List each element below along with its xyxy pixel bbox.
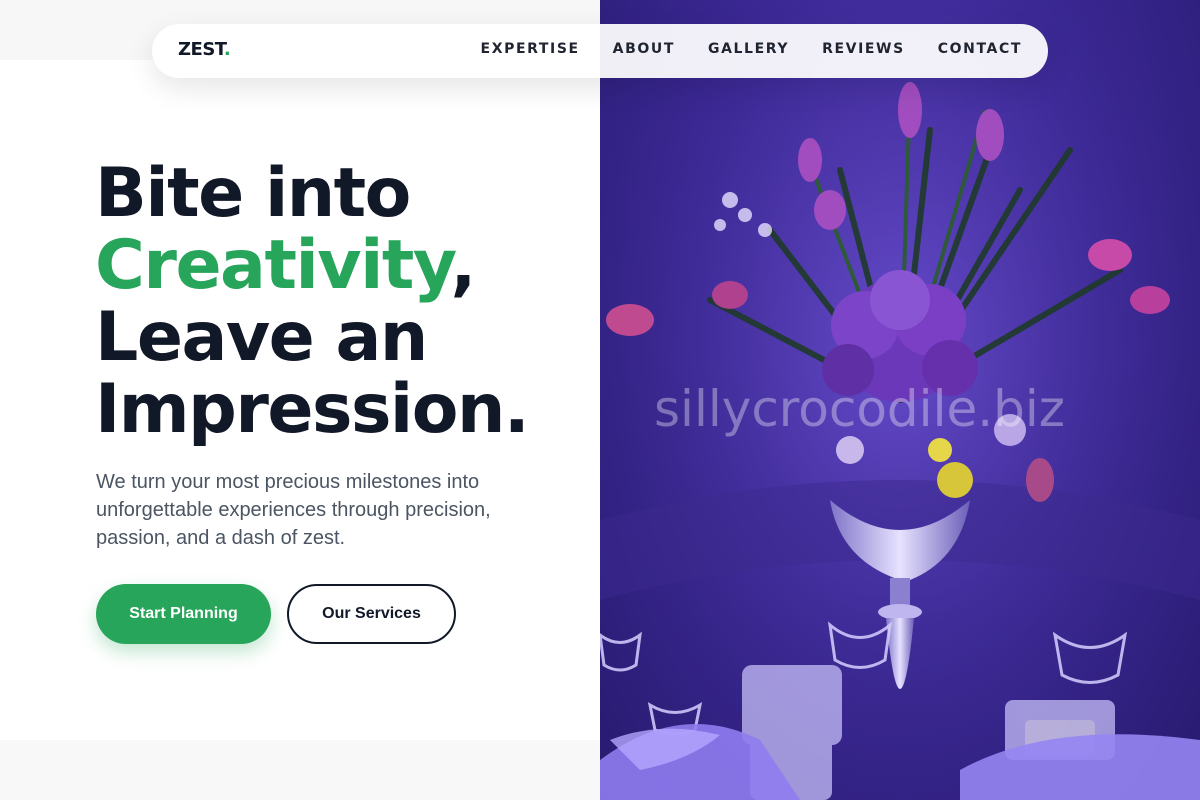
hero-subtext: We turn your most precious milestones in… <box>96 471 491 549</box>
nav-link-contact[interactable]: CONTACT <box>938 41 1022 57</box>
start-planning-button[interactable]: Start Planning <box>96 584 271 644</box>
headline-line-3: Leave an <box>95 298 428 377</box>
nav-link-about[interactable]: ABOUT <box>613 41 675 57</box>
logo[interactable]: ZEST. <box>178 39 231 60</box>
logo-dot: . <box>223 39 231 60</box>
hero-image-flower-centerpiece: sillycrocodile.biz <box>600 0 1200 800</box>
headline-line-2: Creativity, <box>95 230 528 302</box>
logo-text: ZEST <box>178 39 224 60</box>
nav-links: EXPERTISE ABOUT GALLERY REVIEWS CONTACT <box>481 41 1022 57</box>
bottom-strip <box>0 740 600 800</box>
headline-comma: , <box>450 226 476 305</box>
headline-line-4: Impression. <box>95 370 530 449</box>
our-services-button[interactable]: Our Services <box>287 584 456 644</box>
navbar: ZEST. EXPERTISE ABOUT GALLERY REVIEWS CO… <box>152 24 1048 78</box>
headline-line-1: Bite into <box>95 154 411 233</box>
nav-link-reviews[interactable]: REVIEWS <box>822 41 905 57</box>
nav-link-expertise[interactable]: EXPERTISE <box>481 41 580 57</box>
nav-link-gallery[interactable]: GALLERY <box>708 41 789 57</box>
hero-headline: Bite into Creativity, Leave an Impressio… <box>95 154 530 449</box>
image-watermark: sillycrocodile.biz <box>654 380 1065 438</box>
headline-highlight: Creativity <box>95 226 452 305</box>
